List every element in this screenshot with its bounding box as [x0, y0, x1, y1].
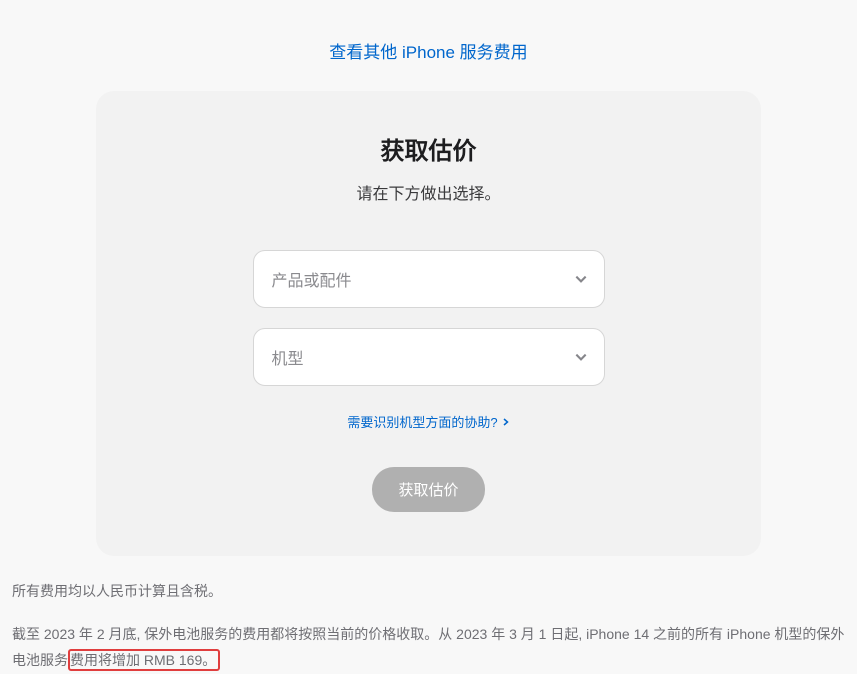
top-link-container: 查看其他 iPhone 服务费用: [0, 0, 857, 91]
identify-model-help-link[interactable]: 需要识别机型方面的协助?: [347, 412, 509, 431]
chevron-down-icon: [574, 350, 588, 364]
estimate-card: 获取估价 请在下方做出选择。 产品或配件 机型 需要识别机型方面的协助? 获取估…: [96, 91, 761, 556]
other-service-fees-link[interactable]: 查看其他 iPhone 服务费用: [329, 43, 527, 62]
help-link-label: 需要识别机型方面的协助?: [347, 412, 497, 431]
model-select-placeholder: 机型: [272, 345, 304, 369]
price-increase-highlight: 费用将增加 RMB 169。: [68, 649, 220, 671]
footer-notes: 所有费用均以人民币计算且含税。 截至 2023 年 2 月底, 保外电池服务的费…: [0, 556, 857, 674]
card-title: 获取估价: [136, 131, 721, 166]
footer-line-2: 截至 2023 年 2 月底, 保外电池服务的费用都将按照当前的价格收取。从 2…: [12, 621, 845, 674]
product-select-wrapper: 产品或配件: [253, 250, 605, 308]
card-subtitle: 请在下方做出选择。: [136, 180, 721, 204]
get-estimate-button[interactable]: 获取估价: [372, 467, 484, 512]
model-select[interactable]: 机型: [253, 328, 605, 386]
model-select-wrapper: 机型: [253, 328, 605, 386]
product-select-placeholder: 产品或配件: [272, 267, 352, 291]
button-container: 获取估价: [136, 467, 721, 512]
footer-line-1: 所有费用均以人民币计算且含税。: [12, 578, 845, 605]
chevron-down-icon: [574, 272, 588, 286]
product-select[interactable]: 产品或配件: [253, 250, 605, 308]
chevron-right-icon: [502, 418, 510, 426]
